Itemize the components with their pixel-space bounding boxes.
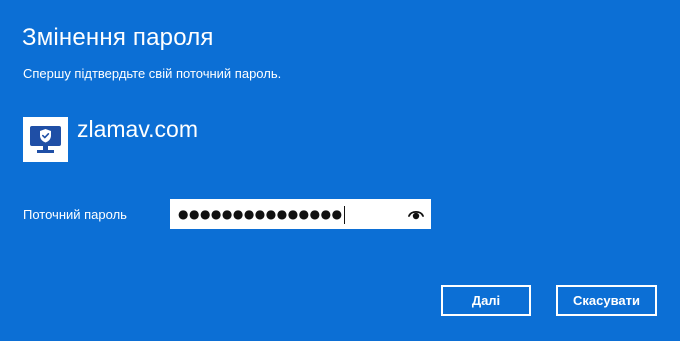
password-value: ●●●●●●●●●●●●●●●: [178, 207, 343, 221]
account-tile: [23, 117, 68, 162]
eye-icon[interactable]: [408, 207, 424, 221]
cancel-button[interactable]: Скасувати: [556, 285, 657, 316]
text-caret: [343, 205, 345, 224]
dialog-subtitle: Спершу підтвердьте свій поточний пароль.: [23, 66, 282, 81]
monitor-shield-icon: [30, 126, 61, 153]
account-name: zlamav.com: [77, 116, 198, 142]
dialog-title: Змінення пароля: [22, 24, 214, 51]
current-password-label: Поточний пароль: [23, 207, 127, 222]
current-password-input[interactable]: ●●●●●●●●●●●●●●●: [170, 199, 431, 229]
password-value-wrap: ●●●●●●●●●●●●●●●: [178, 204, 345, 224]
next-button[interactable]: Далі: [441, 285, 531, 316]
change-password-dialog: Змінення пароля Спершу підтвердьте свій …: [0, 0, 680, 341]
